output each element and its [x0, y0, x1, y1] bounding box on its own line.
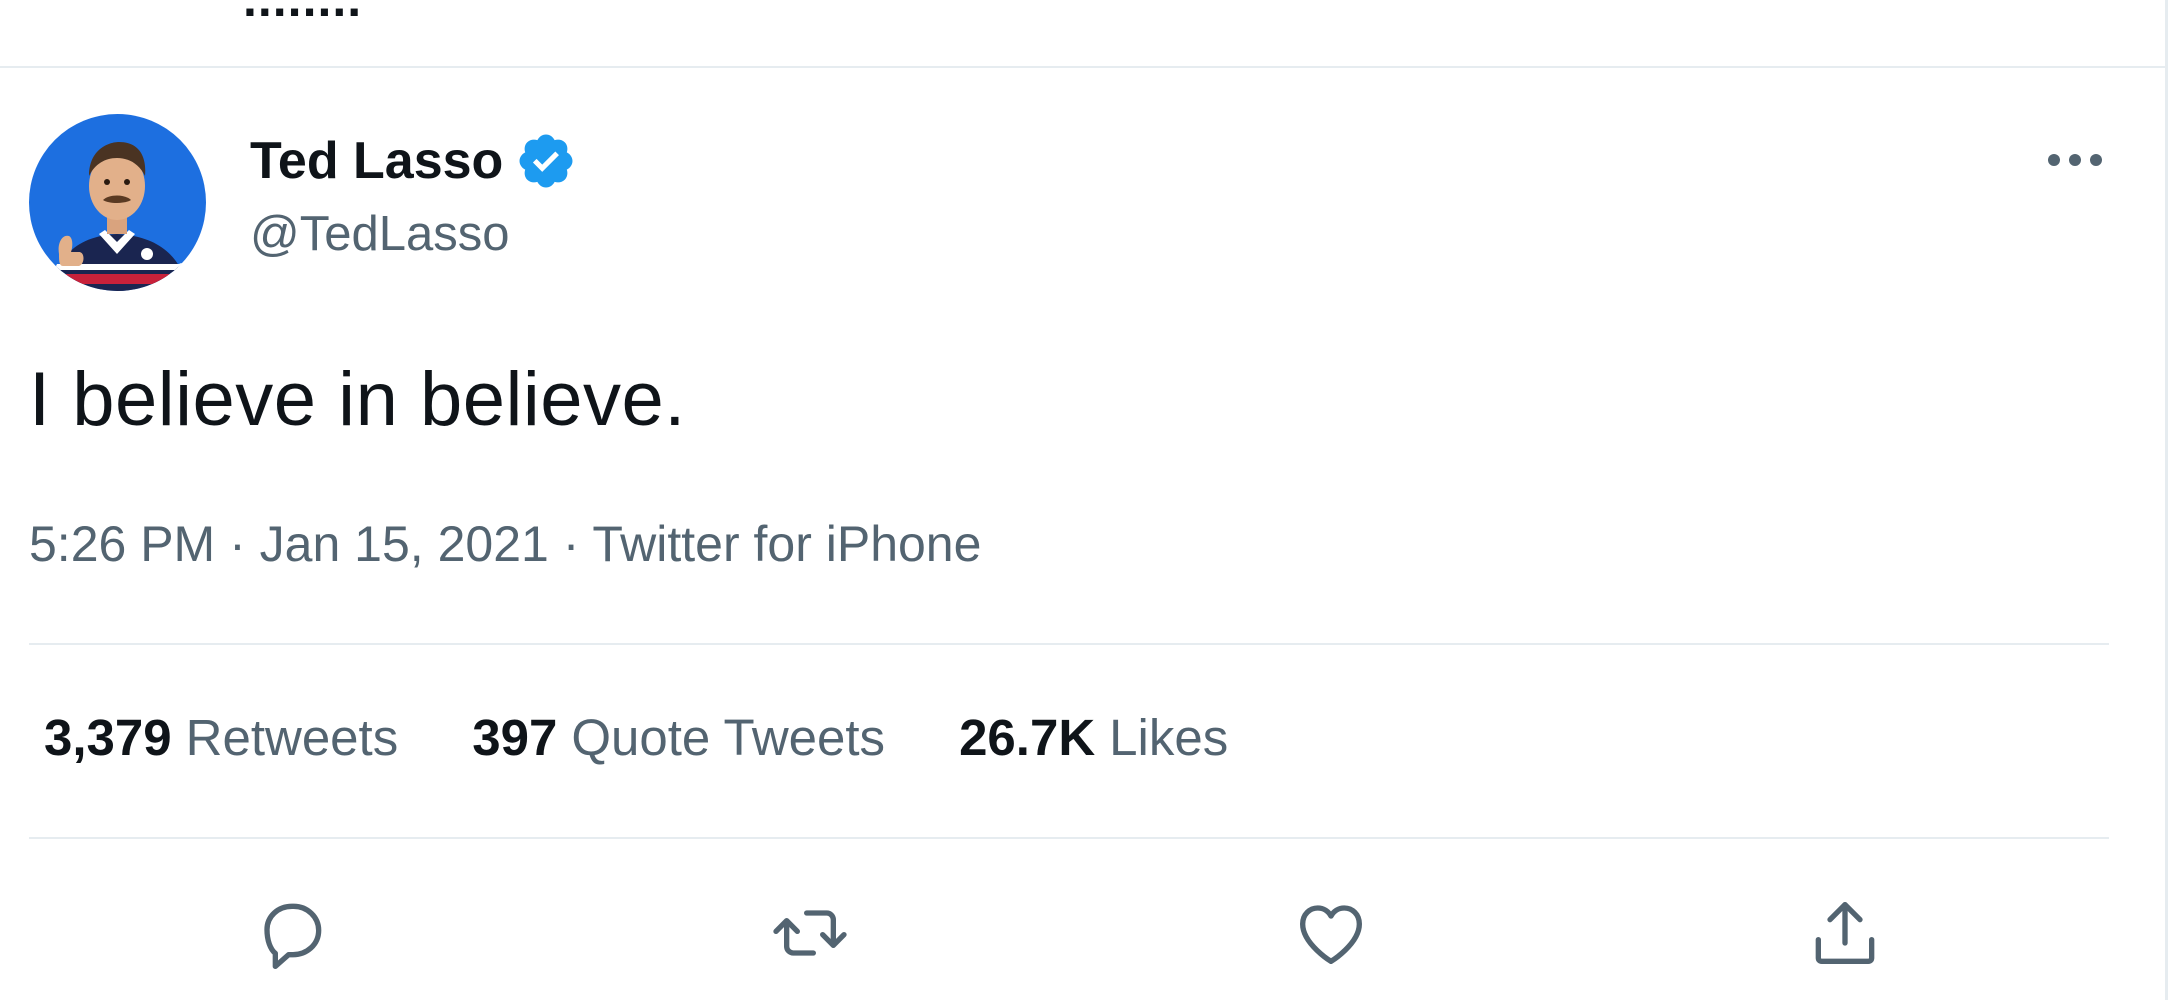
separator-dot: ·: [229, 516, 260, 572]
share-button[interactable]: [1797, 885, 1893, 981]
author-name-row[interactable]: Ted Lasso: [250, 130, 577, 192]
likes-label: Likes: [1109, 709, 1229, 766]
tweet-time[interactable]: 5:26 PM: [29, 516, 215, 572]
tweet-source[interactable]: Twitter for iPhone: [592, 516, 981, 572]
author-handle[interactable]: @TedLasso: [250, 206, 510, 262]
tweet-text: I believe in believe.: [29, 357, 686, 442]
reply-icon: [264, 903, 322, 969]
divider: [29, 837, 2109, 839]
divider: [0, 66, 2165, 68]
quote-tweets-label: Quote Tweets: [571, 709, 886, 766]
avatar[interactable]: [29, 114, 206, 291]
retweets-count: 3,379: [44, 709, 172, 766]
column-border: [2165, 0, 2168, 1000]
tweet-date[interactable]: Jan 15, 2021: [260, 516, 549, 572]
previous-tweet-edge: ........: [0, 0, 2165, 66]
quote-tweets-count: 397: [472, 709, 558, 766]
likes-stat[interactable]: 26.7K Likes: [959, 708, 1228, 767]
divider: [29, 643, 2109, 645]
like-button[interactable]: [1283, 885, 1379, 981]
more-horizontal-icon: [2048, 154, 2102, 166]
more-options-button[interactable]: [2040, 140, 2110, 180]
retweet-button[interactable]: [762, 885, 858, 981]
retweets-stat[interactable]: 3,379 Retweets: [44, 708, 398, 767]
tweet-detail-view: ........: [0, 0, 2172, 1000]
like-icon: [1300, 905, 1362, 964]
tweet-metadata: 5:26 PM · Jan 15, 2021 · Twitter for iPh…: [29, 515, 981, 573]
retweet-icon: [773, 910, 847, 956]
tweet-stats: 3,379 Retweets 397 Quote Tweets 26.7K Li…: [44, 708, 1302, 767]
profile-photo-icon: [29, 114, 206, 291]
previous-tweet-partial-text: ........: [243, 0, 362, 28]
author-display-name[interactable]: Ted Lasso: [250, 131, 503, 191]
retweets-label: Retweets: [185, 709, 399, 766]
quote-tweets-stat[interactable]: 397 Quote Tweets: [472, 708, 885, 767]
separator-dot: ·: [562, 516, 593, 572]
verified-badge-icon: [515, 130, 577, 192]
reply-button[interactable]: [244, 885, 340, 981]
share-icon: [1815, 902, 1875, 964]
likes-count: 26.7K: [959, 709, 1096, 766]
